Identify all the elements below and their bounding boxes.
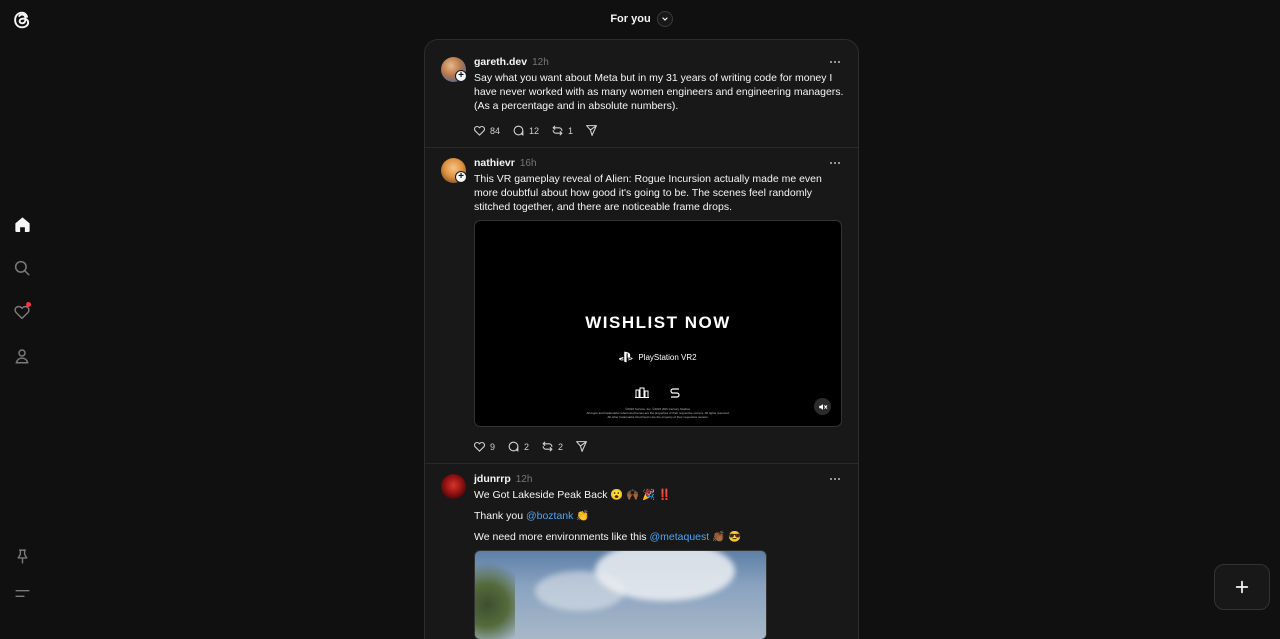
post-header: jdunrrp 12h — [474, 473, 532, 485]
text-fragment: We need more environments like this — [474, 531, 650, 543]
like-button[interactable]: 9 — [473, 440, 495, 453]
home-icon — [14, 216, 30, 232]
mention-link[interactable]: @boztank — [526, 510, 573, 522]
mute-button[interactable] — [814, 398, 831, 415]
post-actions: 84 12 1 — [473, 124, 610, 137]
plus-icon — [1235, 580, 1249, 594]
studio-logo-icon — [635, 387, 649, 398]
share-button[interactable] — [575, 440, 588, 453]
repost-count: 1 — [568, 125, 574, 136]
timestamp: 12h — [515, 474, 533, 485]
publisher-logos — [475, 387, 841, 398]
nav-profile[interactable] — [7, 341, 37, 371]
post-image[interactable] — [474, 550, 767, 639]
platform-label: PlayStation VR2 — [638, 352, 697, 362]
post[interactable]: jdunrrp 12h We Got Lakeside Peak Back 😮 … — [425, 464, 858, 639]
timestamp: 12h — [532, 57, 549, 68]
left-rail — [0, 0, 44, 621]
feed: + gareth.dev 12h Say what you want about… — [424, 39, 859, 639]
repost-icon — [552, 125, 563, 136]
feed-header: For you — [424, 0, 859, 38]
like-count: 9 — [490, 441, 496, 452]
reply-count: 12 — [529, 125, 540, 136]
username[interactable]: jdunrrp — [474, 473, 511, 485]
like-button[interactable]: 84 — [473, 124, 500, 137]
video-legal-text: ©2024 Survios, Inc. ©2024 20th Century S… — [475, 407, 841, 419]
follow-plus-icon[interactable]: + — [455, 171, 467, 183]
text-fragment: 👏🏾 😎 — [709, 531, 742, 543]
heart-icon — [473, 125, 486, 136]
follow-plus-icon[interactable]: + — [455, 70, 467, 82]
post[interactable]: + gareth.dev 12h Say what you want about… — [425, 40, 858, 148]
share-button[interactable] — [585, 124, 598, 137]
search-icon — [14, 260, 30, 276]
profile-icon — [15, 349, 29, 364]
repost-count: 2 — [558, 441, 564, 452]
nav-menu[interactable] — [7, 578, 37, 608]
reply-button[interactable]: 12 — [512, 124, 539, 137]
nav-pin[interactable] — [7, 541, 37, 571]
feed-switcher-button[interactable] — [656, 11, 673, 27]
post-header: nathievr 16h — [474, 157, 537, 169]
text-fragment: Thank you — [474, 510, 526, 522]
comment-icon — [513, 125, 524, 136]
heart-icon — [473, 441, 486, 452]
survios-logo-icon — [670, 388, 680, 398]
post-header: gareth.dev 12h — [474, 56, 549, 68]
legal-line: All other trademarks cited herein are th… — [607, 415, 709, 419]
comment-icon — [508, 441, 519, 452]
post-line: We Got Lakeside Peak Back 😮 🙌🏾 🎉 ‼️ — [474, 489, 672, 501]
post[interactable]: + nathievr 16h This VR gameplay reveal o… — [425, 148, 858, 464]
video-title: WISHLIST NOW — [585, 313, 731, 332]
post-line: Thank you @boztank 👏 — [474, 509, 844, 523]
menu-icon — [14, 589, 30, 597]
post-actions: 9 2 2 — [473, 440, 600, 453]
nav-activity[interactable] — [7, 297, 37, 327]
more-options-icon[interactable] — [828, 474, 842, 484]
post-text: This VR gameplay reveal of Alien: Rogue … — [474, 173, 822, 214]
mention-link[interactable]: @metaquest — [649, 531, 709, 543]
like-count: 84 — [490, 125, 501, 136]
video-player[interactable]: WISHLIST NOW PlayStation VR2 ©2024 Survi… — [474, 220, 842, 427]
pin-icon — [17, 548, 27, 564]
cloud-shape — [535, 571, 625, 611]
timestamp: 16h — [519, 158, 537, 169]
text-fragment: 👏 — [573, 510, 590, 522]
post-line: We need more environments like this @met… — [474, 530, 844, 544]
video-platform: PlayStation VR2 — [475, 351, 841, 363]
username[interactable]: gareth.dev — [474, 56, 527, 68]
create-post-button[interactable] — [1214, 564, 1270, 610]
feed-title[interactable]: For you — [610, 13, 650, 25]
repost-icon — [542, 441, 553, 452]
username[interactable]: nathievr — [474, 157, 515, 169]
nav-search[interactable] — [7, 253, 37, 283]
notification-dot — [26, 302, 31, 307]
avatar[interactable] — [441, 474, 466, 499]
more-options-icon[interactable] — [828, 158, 842, 168]
speaker-muted-icon — [818, 403, 827, 410]
post-text: Say what you want about Meta but in my 3… — [474, 72, 844, 113]
tree-shape — [475, 551, 515, 639]
repost-button[interactable]: 2 — [541, 440, 563, 453]
more-options-icon[interactable] — [828, 57, 842, 67]
reply-button[interactable]: 2 — [507, 440, 529, 453]
share-icon — [586, 125, 597, 136]
reply-count: 2 — [524, 441, 530, 452]
repost-button[interactable]: 1 — [551, 124, 573, 137]
share-icon — [576, 441, 587, 452]
chevron-down-icon — [662, 17, 668, 21]
nav-home[interactable] — [7, 209, 37, 239]
threads-logo-icon[interactable] — [9, 7, 35, 33]
playstation-icon — [619, 351, 633, 363]
